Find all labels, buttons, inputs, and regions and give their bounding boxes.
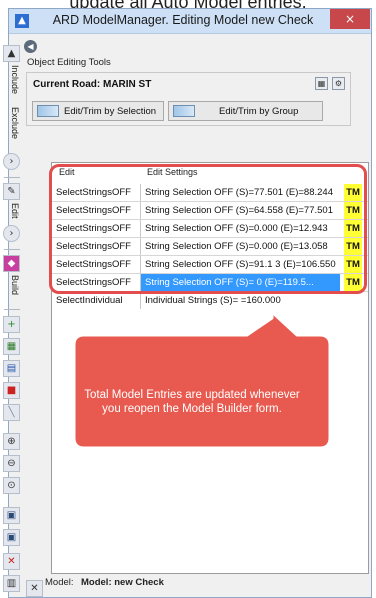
callout-bubble xyxy=(72,310,332,450)
status-model-name: Model: new Check xyxy=(81,577,164,588)
status-label: Model: xyxy=(45,577,74,588)
callout-text: Total Model Entries are updated whenever… xyxy=(84,389,300,415)
status-bar: Model: Model: new Check xyxy=(24,574,360,590)
